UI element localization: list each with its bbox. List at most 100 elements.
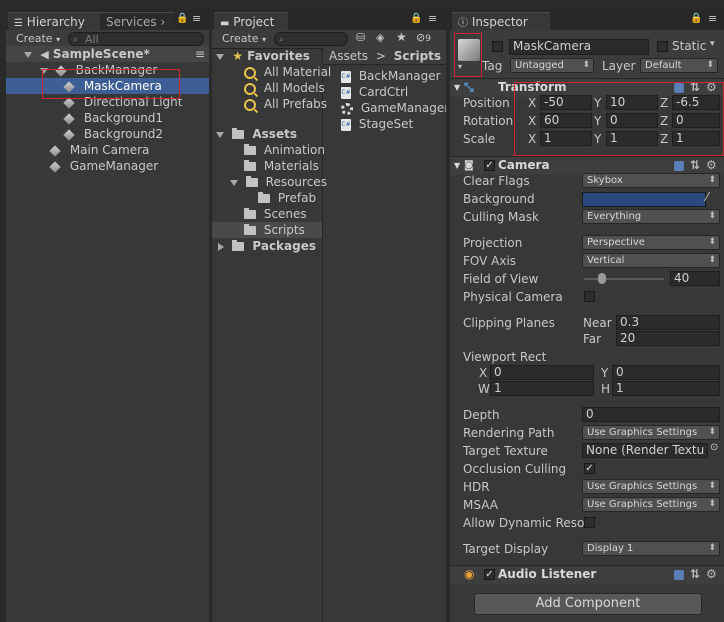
file-item[interactable]: GameManager: [323, 100, 446, 116]
hierarchy-item-selected[interactable]: MaskCamera: [6, 78, 209, 94]
favorite-item[interactable]: All Prefabs: [212, 96, 327, 112]
target-display-dropdown[interactable]: Display 1: [582, 541, 720, 556]
active-toggle[interactable]: [492, 41, 503, 52]
scale-z-input[interactable]: 1: [672, 131, 720, 146]
fov-slider-track[interactable]: [584, 278, 664, 280]
packages-header[interactable]: Packages: [212, 238, 322, 254]
filter-type-icon[interactable]: ⛁: [356, 31, 365, 44]
component-settings-icon[interactable]: ⚙: [706, 157, 717, 174]
folder-item[interactable]: Materials: [212, 158, 322, 174]
scene-menu-icon[interactable]: ≡: [195, 46, 205, 62]
preset-icon[interactable]: ⇅: [690, 566, 700, 583]
hierarchy-item[interactable]: Main Camera: [6, 142, 209, 158]
help-icon[interactable]: [674, 570, 684, 580]
depth-input[interactable]: 0: [582, 407, 720, 422]
add-component-button[interactable]: Add Component: [474, 593, 702, 615]
clear-flags-dropdown[interactable]: Skybox: [582, 173, 720, 188]
viewport-h-input[interactable]: 1: [612, 381, 720, 396]
tab-project[interactable]: ▬ Project: [214, 12, 288, 31]
viewport-w-input[interactable]: 1: [490, 381, 594, 396]
help-icon[interactable]: [674, 83, 684, 93]
help-icon[interactable]: [674, 161, 684, 171]
expand-arrow-icon[interactable]: [24, 51, 32, 58]
star-icon[interactable]: ★: [396, 30, 407, 44]
rotation-x-input[interactable]: 60: [540, 113, 592, 128]
position-x-input[interactable]: -50: [540, 95, 592, 110]
create-button[interactable]: Create ▾: [16, 32, 60, 46]
rotation-z-input[interactable]: 0: [672, 113, 720, 128]
audio-listener-header[interactable]: ◉ ✓ Audio Listener ⇅ ⚙: [450, 565, 724, 584]
preset-icon[interactable]: ⇅: [690, 157, 700, 174]
menu-icon[interactable]: ≡: [428, 12, 437, 25]
far-input[interactable]: 20: [616, 331, 720, 346]
search-input[interactable]: ⌕ All: [68, 32, 204, 46]
lock-icon[interactable]: 🔒: [176, 13, 188, 24]
lock-icon[interactable]: 🔒: [410, 13, 422, 24]
collapse-arrow-icon[interactable]: [218, 242, 224, 251]
projection-dropdown[interactable]: Perspective: [582, 235, 720, 250]
folder-item[interactable]: Animation: [212, 142, 325, 158]
component-settings-icon[interactable]: ⚙: [706, 79, 717, 96]
folder-item[interactable]: Prefab: [212, 190, 322, 206]
viewport-x-input[interactable]: 0: [490, 365, 594, 380]
menu-icon[interactable]: ≡: [192, 12, 201, 25]
expand-arrow-icon[interactable]: [216, 131, 224, 138]
expand-arrow-icon[interactable]: ▼: [454, 79, 460, 96]
viewport-y-input[interactable]: 0: [612, 365, 720, 380]
folder-item[interactable]: Scenes: [212, 206, 322, 222]
scene-row[interactable]: ◀ SampleScene* ≡: [6, 46, 209, 62]
camera-enabled-toggle[interactable]: ✓: [484, 160, 495, 171]
static-toggle[interactable]: [657, 41, 668, 52]
position-y-input[interactable]: 10: [606, 95, 658, 110]
msaa-dropdown[interactable]: Use Graphics Settings: [582, 497, 720, 512]
scale-x-input[interactable]: 1: [540, 131, 592, 146]
object-picker-icon[interactable]: ⊙: [710, 442, 718, 453]
tag-icon[interactable]: ◈: [376, 31, 384, 44]
hierarchy-item[interactable]: Background1: [6, 110, 209, 126]
near-input[interactable]: 0.3: [616, 315, 720, 330]
occlusion-culling-toggle[interactable]: ✓: [584, 463, 595, 474]
component-settings-icon[interactable]: ⚙: [706, 566, 717, 583]
tab-inspector[interactable]: ⓘ Inspector: [452, 12, 550, 31]
fov-axis-dropdown[interactable]: Vertical: [582, 253, 720, 268]
folder-item[interactable]: Resources: [212, 174, 327, 190]
tag-dropdown[interactable]: Untagged: [510, 58, 594, 73]
physical-camera-toggle[interactable]: [584, 291, 595, 302]
folder-item-selected[interactable]: Scripts: [212, 222, 322, 238]
expand-arrow-icon[interactable]: [40, 67, 48, 74]
create-button[interactable]: Create ▾: [222, 32, 266, 46]
menu-icon[interactable]: ≡: [708, 12, 717, 25]
culling-mask-dropdown[interactable]: Everything: [582, 209, 720, 224]
fov-slider-thumb[interactable]: [598, 273, 606, 284]
eyedropper-icon[interactable]: ⁄: [706, 190, 708, 204]
hierarchy-item[interactable]: GameManager: [6, 158, 209, 174]
position-z-input[interactable]: -6.5: [672, 95, 720, 110]
background-color-swatch[interactable]: [582, 192, 706, 207]
file-item[interactable]: C# CardCtrl: [323, 84, 446, 100]
fov-input[interactable]: 40: [670, 271, 720, 286]
target-texture-field[interactable]: None (Render Textu: [582, 443, 708, 458]
favorite-item[interactable]: All Material: [212, 64, 331, 80]
expand-arrow-icon[interactable]: [216, 53, 224, 60]
preset-icon[interactable]: ⇅: [690, 79, 700, 96]
favorite-item[interactable]: All Models: [212, 80, 325, 96]
breadcrumb-current[interactable]: Scripts: [394, 49, 441, 63]
assets-header[interactable]: Assets: [212, 126, 322, 142]
hierarchy-item[interactable]: Background2: [6, 126, 209, 142]
audio-listener-toggle[interactable]: ✓: [484, 569, 495, 580]
rotation-y-input[interactable]: 0: [606, 113, 658, 128]
dynamic-resolution-toggle[interactable]: [584, 517, 595, 528]
expand-arrow-icon[interactable]: [230, 179, 238, 186]
hidden-packages-icon[interactable]: ⊘9: [416, 31, 431, 44]
layer-dropdown[interactable]: Default: [640, 58, 718, 73]
hdr-dropdown[interactable]: Use Graphics Settings: [582, 479, 720, 494]
project-search-input[interactable]: ⌕: [274, 32, 348, 46]
lock-icon[interactable]: 🔒: [690, 13, 702, 24]
rendering-path-dropdown[interactable]: Use Graphics Settings: [582, 425, 720, 440]
gameobject-large-icon[interactable]: [458, 39, 480, 61]
file-item[interactable]: C# BackManager: [323, 68, 446, 84]
hierarchy-item[interactable]: Directional Light: [6, 94, 209, 110]
scale-y-input[interactable]: 1: [606, 131, 658, 146]
tab-services[interactable]: Services ›: [100, 12, 174, 31]
static-dropdown-icon[interactable]: ▾: [710, 39, 715, 49]
